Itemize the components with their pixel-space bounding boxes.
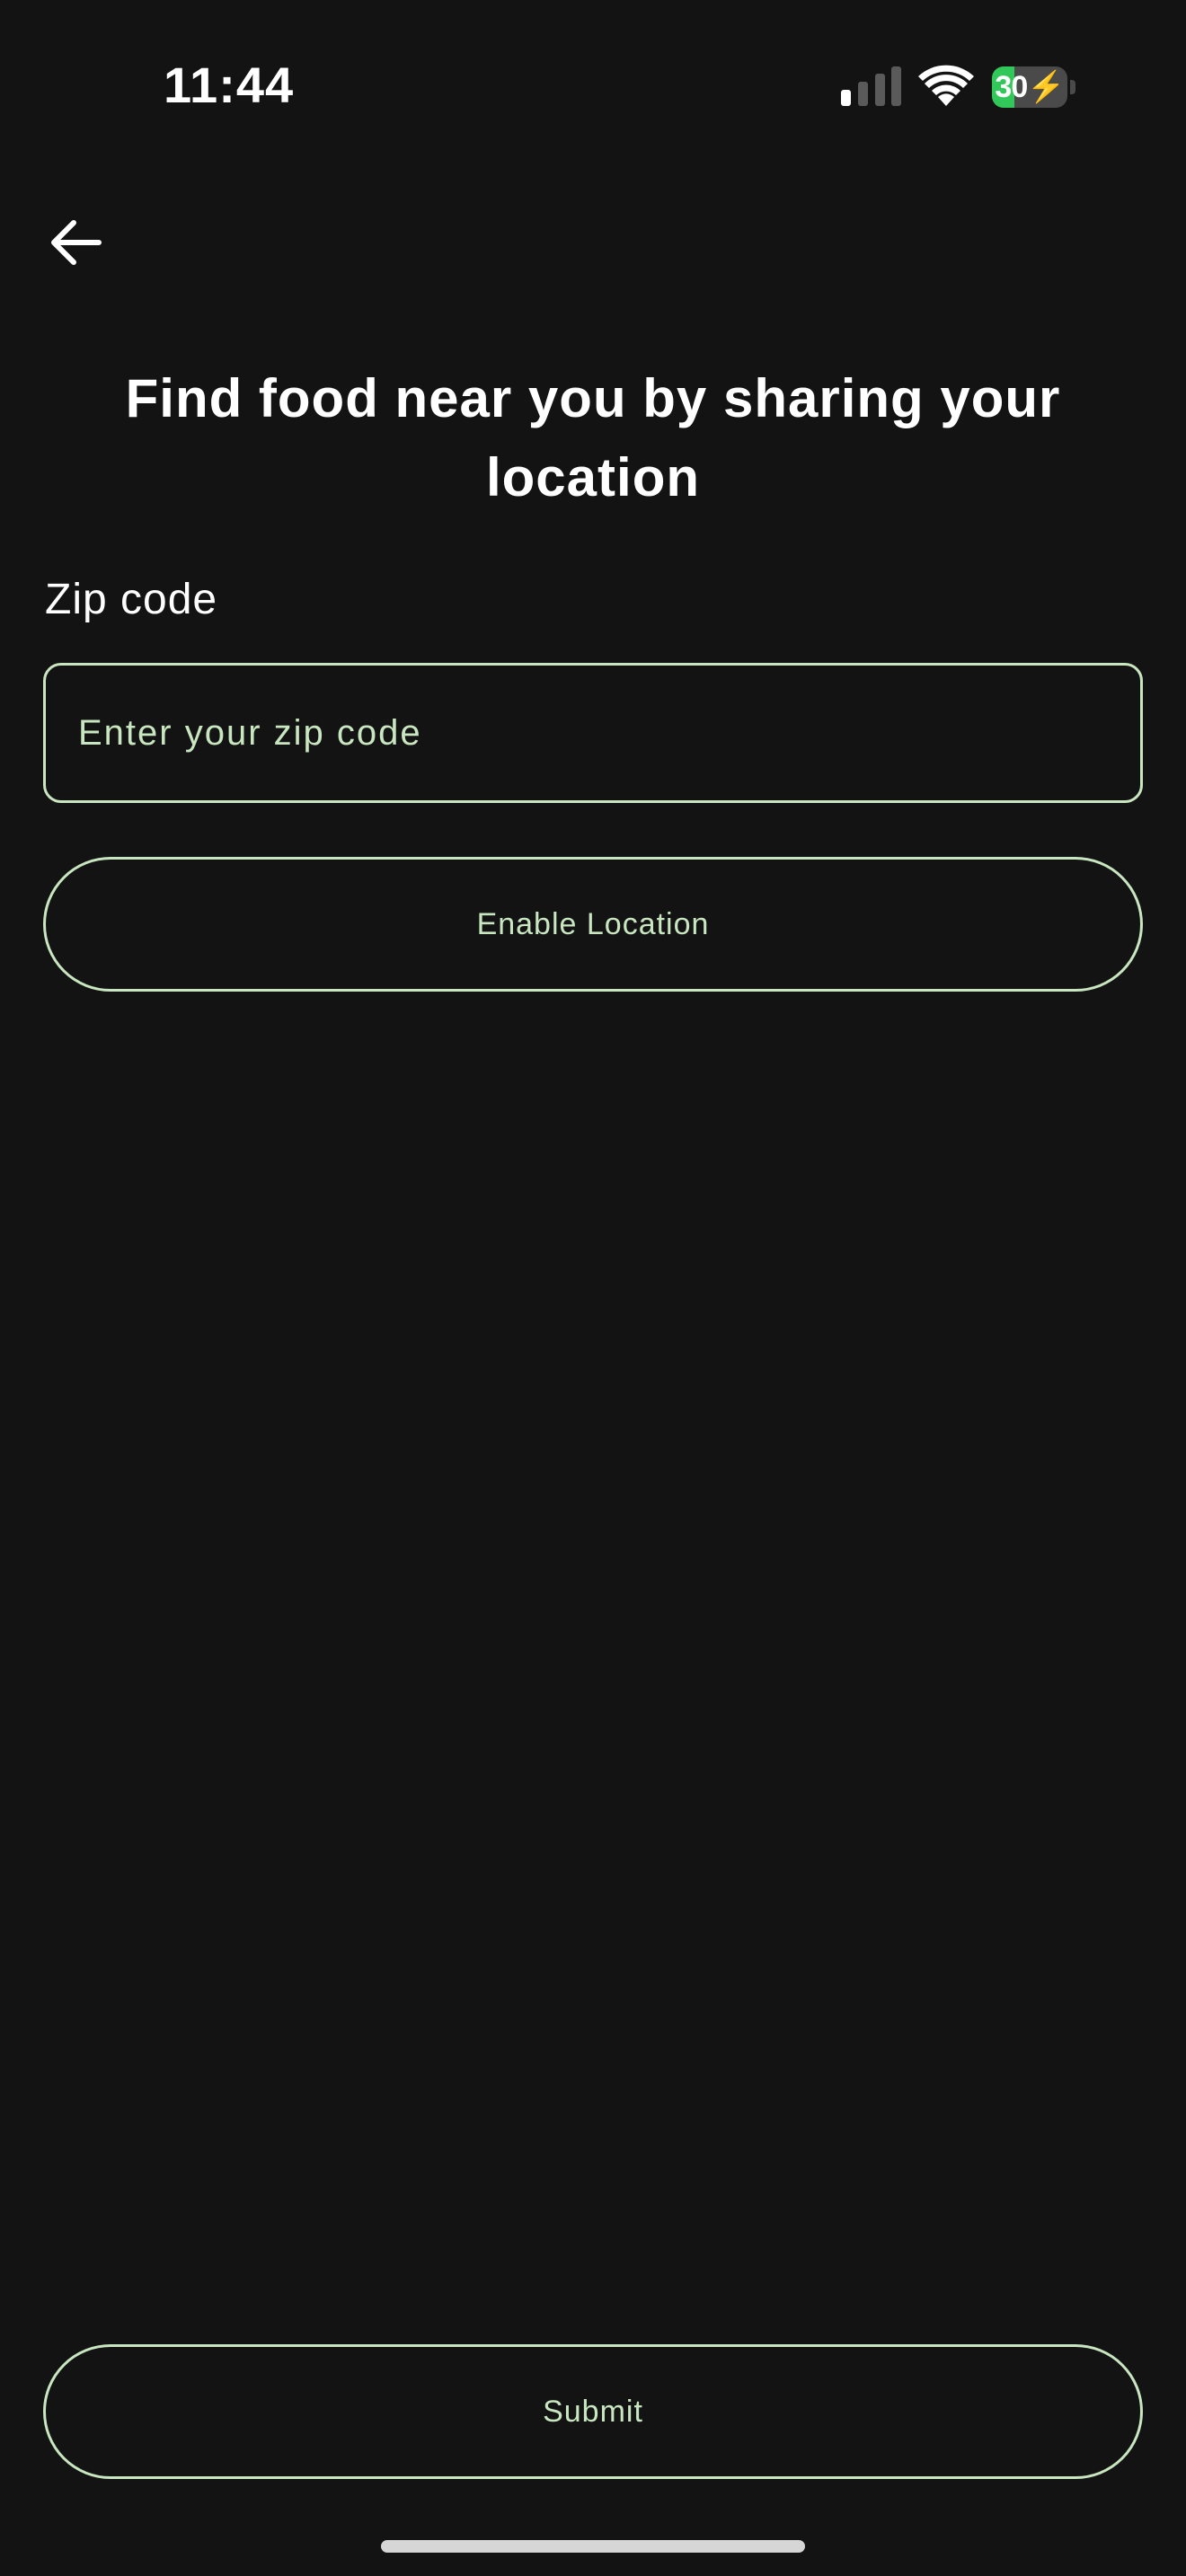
arrow-left-icon (51, 220, 102, 265)
charging-bolt-icon: ⚡ (1027, 70, 1065, 104)
battery-value: 30 (995, 70, 1028, 104)
battery-percentage: 30⚡ (992, 66, 1067, 108)
battery-charging-icon: 30⚡ (992, 66, 1075, 108)
status-bar: 11:44 30⚡ (0, 0, 1186, 171)
enable-location-label: Enable Location (476, 906, 710, 941)
wifi-icon (918, 65, 974, 106)
location-screen: 11:44 30⚡ Find food near you by sharing … (0, 0, 1186, 2576)
page-title: Find food near you by sharing your locat… (125, 368, 1061, 507)
submit-button[interactable]: Submit (43, 2344, 1143, 2479)
battery-body: 30⚡ (992, 66, 1067, 108)
home-indicator[interactable] (381, 2540, 805, 2553)
submit-label: Submit (543, 2394, 643, 2429)
zip-code-input[interactable] (43, 663, 1143, 803)
enable-location-button[interactable]: Enable Location (43, 857, 1143, 992)
battery-tip (1070, 80, 1075, 94)
status-time: 11:44 (164, 57, 295, 113)
back-button[interactable] (40, 207, 111, 278)
zip-code-label: Zip code (45, 576, 218, 623)
cellular-signal-icon (841, 66, 901, 106)
